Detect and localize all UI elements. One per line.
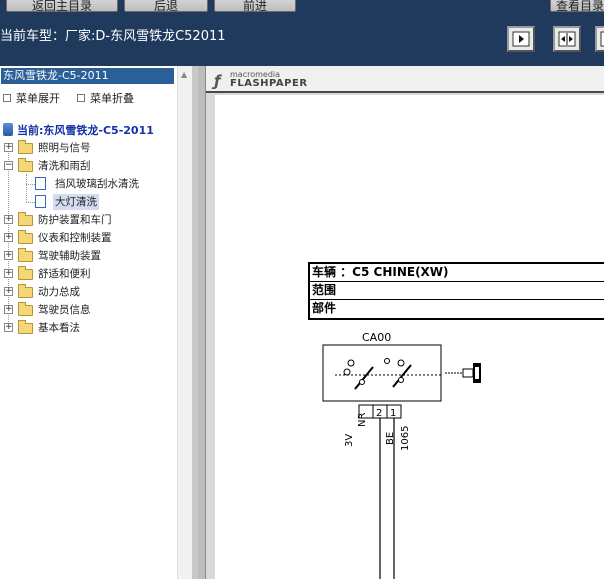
back-button[interactable]: 后退: [124, 0, 208, 12]
flashpaper-brand-big: FLASHPAPER: [230, 78, 308, 89]
document-page: 车辆 ：C5 CHINE(XW) 范围 部件 CA00 2 1 3V NR BE…: [215, 95, 604, 579]
folder-icon: [18, 230, 33, 244]
flashpaper-header: ƒ macromedia FLASHPAPER: [206, 66, 604, 93]
panel-right-arrow-icon: [512, 31, 530, 47]
tree-item-instruments-controls[interactable]: + 仪表和控制装置: [0, 230, 175, 246]
expand-toggle[interactable]: +: [4, 215, 13, 224]
expand-all-label: 菜单展开: [16, 92, 60, 105]
tree-root-node[interactable]: 当前:东风雪铁龙-C5-2011: [3, 122, 154, 138]
flashpaper-logo-icon: ƒ: [214, 72, 221, 90]
scroll-up-arrow-icon[interactable]: ▲: [181, 70, 187, 79]
part-row: 部件: [312, 301, 337, 315]
wiring-schematic: CA00 2 1 3V NR BE 1065: [322, 331, 481, 579]
tree-root-label: 当前:东风雪铁龙-C5-2011: [17, 124, 154, 137]
split-arrows-icon: [558, 31, 576, 47]
tree-item-comfort[interactable]: + 舒适和便利: [0, 266, 175, 282]
expand-left-panel-button[interactable]: [595, 26, 604, 52]
expand-all-menu[interactable]: 菜单展开: [3, 90, 60, 106]
wire-label-3v: 3V: [344, 434, 355, 447]
expand-toggle[interactable]: +: [4, 251, 13, 260]
tree-item-headlamp-washer[interactable]: 大灯清洗: [0, 194, 175, 210]
collapse-left-panel-button[interactable]: [507, 26, 535, 52]
tree-item-windshield-washer[interactable]: 挡风玻璃刮水清洗: [0, 176, 175, 192]
expand-toggle[interactable]: +: [4, 287, 13, 296]
tree-item-label: 仪表和控制装置: [38, 232, 112, 244]
tree-item-label: 照明与信号: [38, 142, 91, 154]
vehicle-root-icon: [3, 123, 13, 136]
return-main-menu-button[interactable]: 返回主目录: [6, 0, 118, 12]
folder-icon: [18, 212, 33, 226]
expand-all-icon: [3, 94, 11, 102]
expand-toggle[interactable]: +: [4, 323, 13, 332]
folder-icon: [18, 284, 33, 298]
tree-item-protection-doors[interactable]: + 防护装置和车门: [0, 212, 175, 228]
tree-item-label: 驾驶员信息: [38, 304, 91, 316]
expand-toggle[interactable]: +: [4, 233, 13, 242]
component-label: CA00: [362, 331, 391, 344]
document-viewer: ƒ macromedia FLASHPAPER 车辆 ：C5 CHINE(XW)…: [198, 66, 604, 579]
tree-item-label: 基本看法: [38, 322, 80, 334]
expand-toggle[interactable]: +: [4, 269, 13, 278]
folder-icon: [18, 266, 33, 280]
view-contents-button[interactable]: 查看目录: [550, 0, 604, 12]
tree-item-label: 清洗和雨刮: [38, 160, 91, 172]
folder-icon: [18, 320, 33, 334]
tree-item-label: 动力总成: [38, 286, 80, 298]
pin-2-label: 2: [376, 408, 382, 419]
split-view-button[interactable]: [553, 26, 581, 52]
tree-scrollbar[interactable]: ▲: [177, 66, 192, 579]
expand-toggle[interactable]: +: [4, 143, 13, 152]
top-toolbar: 返回主目录 后退 前进 查看目录 当前车型：厂家:D-东风雪铁龙C52011: [0, 0, 604, 66]
vehicle-row: 车辆 ：C5 CHINE(XW): [310, 264, 604, 282]
tree-item-basics[interactable]: + 基本看法: [0, 320, 175, 336]
tree-item-label: 舒适和便利: [38, 268, 91, 280]
wire-label-1065: 1065: [400, 426, 411, 451]
document-icon: [35, 195, 46, 208]
panel-left-arrow-icon: [600, 31, 604, 47]
switch-housing: [322, 344, 442, 402]
navigation-tree-panel: 东风雪铁龙-C5-2011 菜单展开 菜单折叠 当前:东风雪铁龙-C5-2011…: [0, 66, 192, 579]
tree-item-driver-info[interactable]: + 驾驶员信息: [0, 302, 175, 318]
vehicle-info-table: 车辆 ：C5 CHINE(XW) 范围 部件: [308, 262, 604, 320]
collapse-toggle[interactable]: −: [4, 161, 13, 170]
collapse-all-icon: [77, 94, 85, 102]
folder-icon: [18, 248, 33, 262]
tree-item-label: 挡风玻璃刮水清洗: [55, 178, 139, 190]
key-icon: [445, 363, 481, 383]
tree-item-label-selected: 大灯清洗: [53, 194, 99, 210]
tree-item-powertrain[interactable]: + 动力总成: [0, 284, 175, 300]
tree-item-label: 驾驶辅助装置: [38, 250, 101, 262]
tree-title[interactable]: 东风雪铁龙-C5-2011: [1, 68, 174, 84]
collapse-all-label: 菜单折叠: [90, 92, 134, 105]
tree-item-lighting[interactable]: + 照明与信号: [0, 140, 175, 156]
folder-icon: [18, 140, 33, 154]
pin-1-label: 1: [390, 408, 396, 419]
viewer-edge: [198, 66, 206, 579]
expand-toggle[interactable]: +: [4, 305, 13, 314]
scope-row: 范围: [310, 282, 604, 300]
tree-item-driving-aids[interactable]: + 驾驶辅助装置: [0, 248, 175, 264]
tree-item-label: 防护装置和车门: [38, 214, 112, 226]
app-window: 返回主目录 后退 前进 查看目录 当前车型：厂家:D-东风雪铁龙C52011 东…: [0, 0, 604, 579]
folder-icon: [18, 302, 33, 316]
wire-label-be: BE: [385, 432, 396, 445]
current-vehicle-label: 当前车型：厂家:D-东风雪铁龙C52011: [0, 29, 226, 44]
wire-label-nr: NR: [357, 413, 368, 427]
document-icon: [35, 177, 46, 190]
collapse-all-menu[interactable]: 菜单折叠: [77, 90, 134, 106]
tree-item-wash-wipe[interactable]: − 清洗和雨刮: [0, 158, 175, 174]
folder-open-icon: [18, 158, 33, 172]
forward-button[interactable]: 前进: [214, 0, 296, 12]
